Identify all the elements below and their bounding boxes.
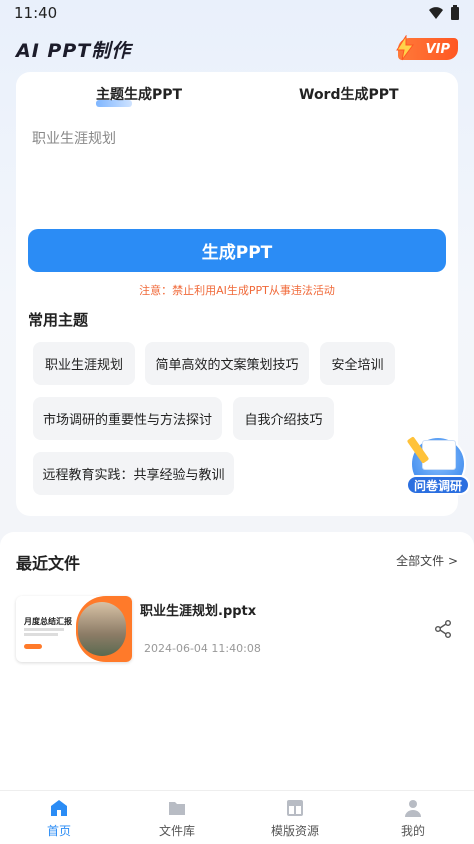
survey-label: 问卷调研 [406, 475, 470, 495]
bolt-icon [396, 35, 414, 61]
topic-chip[interactable]: 安全培训 [320, 342, 395, 385]
vip-button[interactable]: VIP [396, 35, 458, 61]
status-bar: 11:40 [0, 0, 474, 26]
nav-templates[interactable]: 模版资源 [236, 791, 354, 844]
generator-card: 主题生成PPT Word生成PPT 职业生涯规划 生成PPT 注意：禁止利用AI… [16, 72, 458, 516]
nav-home[interactable]: 首页 [0, 791, 118, 844]
topic-chip[interactable]: 远程教育实践：共享经验与教训 [33, 452, 234, 495]
nav-mine[interactable]: 我的 [354, 791, 472, 844]
topic-chip[interactable]: 职业生涯规划 [33, 342, 135, 385]
nav-templates-label: 模版资源 [270, 823, 319, 838]
battery-icon [451, 5, 459, 20]
common-topics-title: 常用主题 [28, 311, 89, 329]
topic-chip[interactable]: 简单高效的文案策划技巧 [145, 342, 309, 385]
user-icon [405, 799, 421, 817]
generator-tabs: 主题生成PPT Word生成PPT [16, 84, 458, 108]
bottom-nav: 首页 文件库 模版资源 我的 [0, 790, 474, 844]
generate-ppt-button[interactable]: 生成PPT [28, 229, 446, 272]
nav-file-library-label: 文件库 [158, 823, 195, 838]
all-files-link[interactable]: 全部文件 > [396, 552, 458, 569]
document-icon [422, 440, 456, 470]
file-thumbnail: 月度总结汇报 [16, 596, 132, 662]
topic-chip[interactable]: 市场调研的重要性与方法探讨 [33, 397, 222, 440]
nav-file-library[interactable]: 文件库 [118, 791, 236, 844]
recent-files-section: 最近文件 全部文件 > 月度总结汇报 职业生涯规划.pptx 2024-06-0… [0, 532, 474, 790]
file-name: 职业生涯规划.pptx [140, 604, 257, 619]
app-title: AI PPT制作 [16, 40, 132, 62]
thumbnail-title: 月度总结汇报 [24, 617, 72, 626]
template-icon [287, 799, 303, 816]
file-item[interactable]: 月度总结汇报 职业生涯规划.pptx 2024-06-04 11:40:08 [16, 596, 458, 666]
status-time: 11:40 [14, 4, 58, 22]
nav-mine-label: 我的 [400, 823, 425, 838]
tab-topic-ppt[interactable]: 主题生成PPT [96, 84, 182, 104]
home-icon [51, 799, 67, 816]
app-header: AI PPT制作 VIP [0, 34, 474, 64]
recent-files-title: 最近文件 [16, 554, 81, 573]
tab-word-ppt[interactable]: Word生成PPT [299, 84, 399, 104]
nav-home-label: 首页 [46, 823, 71, 838]
topic-chip[interactable]: 自我介绍技巧 [233, 397, 334, 440]
vip-label: VIP [425, 41, 450, 57]
folder-icon [169, 801, 185, 815]
share-icon[interactable] [434, 620, 452, 638]
topic-input[interactable]: 职业生涯规划 [32, 128, 442, 218]
survey-floating-button[interactable]: 问卷调研 [406, 432, 470, 496]
wifi-icon [429, 7, 443, 19]
notice-text: 注意：禁止利用AI生成PPT从事违法活动 [139, 284, 335, 297]
file-date: 2024-06-04 11:40:08 [144, 642, 261, 655]
